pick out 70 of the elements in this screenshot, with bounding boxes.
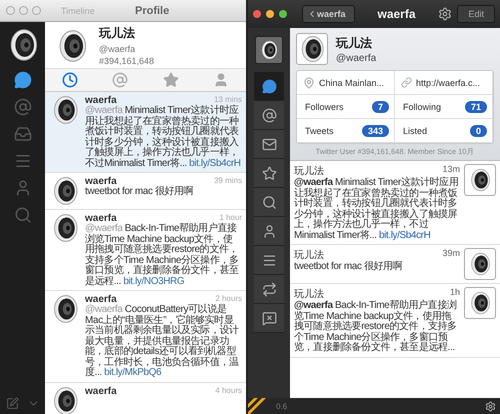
at-sign-icon[interactable] bbox=[254, 101, 284, 130]
tweet-time: 4 hours bbox=[215, 386, 242, 396]
tweet-text: tweetbot for mac 很好用啊 bbox=[294, 262, 404, 272]
person-icon[interactable] bbox=[254, 217, 284, 246]
clock-icon[interactable] bbox=[62, 72, 78, 88]
tweet-text: @waerfa Minimalist Timer这款计时应用让我想起了在宜家曾热卖过的一种煮饭计时装置，转动按钮几圈就代表计时多少分钟，这种设计被直接搬入了触摸屏上，操作方法也几乎一样，不过Minimalist Timer将... bit.ly/Sb4crH bbox=[294, 178, 460, 241]
tweet-time: 1 hour bbox=[219, 213, 242, 222]
account-button[interactable] bbox=[255, 36, 283, 64]
envelope-icon[interactable] bbox=[254, 130, 284, 159]
tweet-row[interactable]: waerfa 4 hours bbox=[45, 382, 246, 414]
star-icon[interactable] bbox=[162, 72, 179, 88]
stat-count[interactable]: 0 bbox=[470, 124, 487, 136]
tweet-username: 玩儿法 bbox=[294, 288, 324, 300]
tweet-link[interactable]: bit.ly/NO3HRG bbox=[123, 276, 184, 286]
speech-bubble-x-icon[interactable] bbox=[254, 304, 284, 333]
striped-corner-icon bbox=[248, 398, 268, 414]
window-title: Profile bbox=[135, 4, 170, 16]
speech-bubble-icon[interactable] bbox=[254, 72, 284, 101]
tweet-text: @waerfa Minimalist Timer这款计时应用让我想起了在宜家曾热卖过的一种煮饭计时装置，转动按钮几圈就代表计时多少分钟，这种设计被直接搬入了触摸屏上，操作方法也几乎一样，不过Minimalist Timer将... bit.ly/Sb4crH bbox=[85, 106, 242, 169]
search-icon[interactable] bbox=[254, 188, 284, 217]
settings-icon[interactable] bbox=[438, 7, 452, 21]
retweet-icon[interactable] bbox=[254, 275, 284, 304]
minimize-button[interactable] bbox=[266, 10, 274, 18]
stat-count[interactable]: 71 bbox=[464, 100, 487, 112]
tweet-text: @waerfa Back-In-Time帮助用户直接浏览Time Machine backup文件，使用拖拽可随意挑选要restore的文件，支持多个Time Machine分区操作，多窗口预览，直接删除备份文件，甚至是远程... bit.ly/NO3HRG bbox=[85, 224, 240, 287]
stat-count[interactable]: 343 bbox=[362, 124, 389, 136]
stat-label: Following bbox=[403, 102, 442, 112]
profile-handle: @waerfa bbox=[336, 52, 376, 64]
profile-name: 玩儿法 bbox=[99, 25, 136, 42]
tweet-text: @waerfa CoconutBattery可以说是Mac上的“电量医生”，它能够实时显示当前机器剩余电量以及实际，设计最大电量，并提供电量报告记录功能，底部的details还可以看到机器型号，工作时长，电池负合循环值，温度... bit.ly/MkPbQ6 bbox=[85, 305, 240, 378]
tweet-link[interactable]: bit.ly/MkPbQ6 bbox=[104, 367, 162, 378]
window-title: waerfa bbox=[376, 7, 417, 21]
stat-label: Listed bbox=[403, 126, 428, 136]
settings-icon[interactable] bbox=[485, 400, 496, 412]
close-button[interactable] bbox=[253, 10, 261, 18]
edit-button[interactable]: Edit bbox=[457, 5, 495, 23]
profile-handle: @waerfa bbox=[99, 44, 136, 54]
tweet-time: 1h bbox=[450, 287, 460, 299]
profile-name: 玩儿法 bbox=[336, 34, 373, 52]
tweet-username: waerfa bbox=[85, 294, 117, 305]
tweet-text: @waerfa Back-In-Time帮助用户直接浏览Time Machine backup文件，使用拖拽可随意挑选要restore的文件，支持多个Time Machine分区操作，多窗口预览，直接删除备份文件，甚至是远程... bbox=[294, 301, 458, 354]
tweet-username: waerfa bbox=[85, 176, 117, 187]
version-text: 0.6 bbox=[276, 402, 288, 410]
tweet-time: 39m bbox=[442, 248, 460, 260]
tweet-username: waerfa bbox=[85, 386, 117, 396]
stat-count[interactable]: 7 bbox=[372, 100, 389, 112]
speech-bubble-icon[interactable] bbox=[14, 71, 32, 89]
profile-id: #394,161,648 bbox=[99, 56, 154, 66]
tweet-link[interactable]: bit.ly/Sb4crH bbox=[378, 230, 430, 240]
zoom-button[interactable] bbox=[279, 10, 287, 18]
list-icon[interactable] bbox=[254, 246, 284, 275]
tweet-username: waerfa bbox=[85, 213, 117, 224]
tweet-link[interactable]: bit.ly/Sb4crH bbox=[189, 158, 241, 168]
tweet-time: 2 hours bbox=[215, 294, 242, 304]
stat-label: Followers bbox=[305, 102, 344, 112]
stat-label: Tweets bbox=[305, 126, 334, 136]
url-link[interactable]: http://waerfa.c... bbox=[416, 78, 480, 88]
tweet-text: tweetbot for mac 很好用啊 bbox=[85, 187, 194, 198]
back-button[interactable]: waerfa bbox=[302, 5, 355, 23]
location-text: China Mainlan... bbox=[319, 78, 384, 88]
tweet-time: 13m bbox=[442, 164, 460, 176]
map-pin-icon bbox=[303, 76, 315, 88]
tweet-time: 39 mins bbox=[214, 176, 242, 187]
tweet-username: 玩儿法 bbox=[294, 248, 324, 262]
tweet-username: 玩儿法 bbox=[294, 164, 324, 178]
link-icon bbox=[401, 77, 412, 88]
speaker-avatar bbox=[259, 40, 279, 60]
tweet-row[interactable]: waerfa 13 mins @waerfa Minimalist Timer这款计时应用让我想起了在宜家曾热卖过的一种煮饭计时装置，转动按钮几圈就代表计时多少分钟，这种设计被直接搬入了触摸屏上，操作方法也几乎一样，不过Minimalist Timer将... bit.ly/Sb4crH bbox=[45, 92, 246, 173]
tweet-time: 13 mins bbox=[214, 95, 242, 104]
tweet-username: waerfa bbox=[85, 95, 117, 106]
